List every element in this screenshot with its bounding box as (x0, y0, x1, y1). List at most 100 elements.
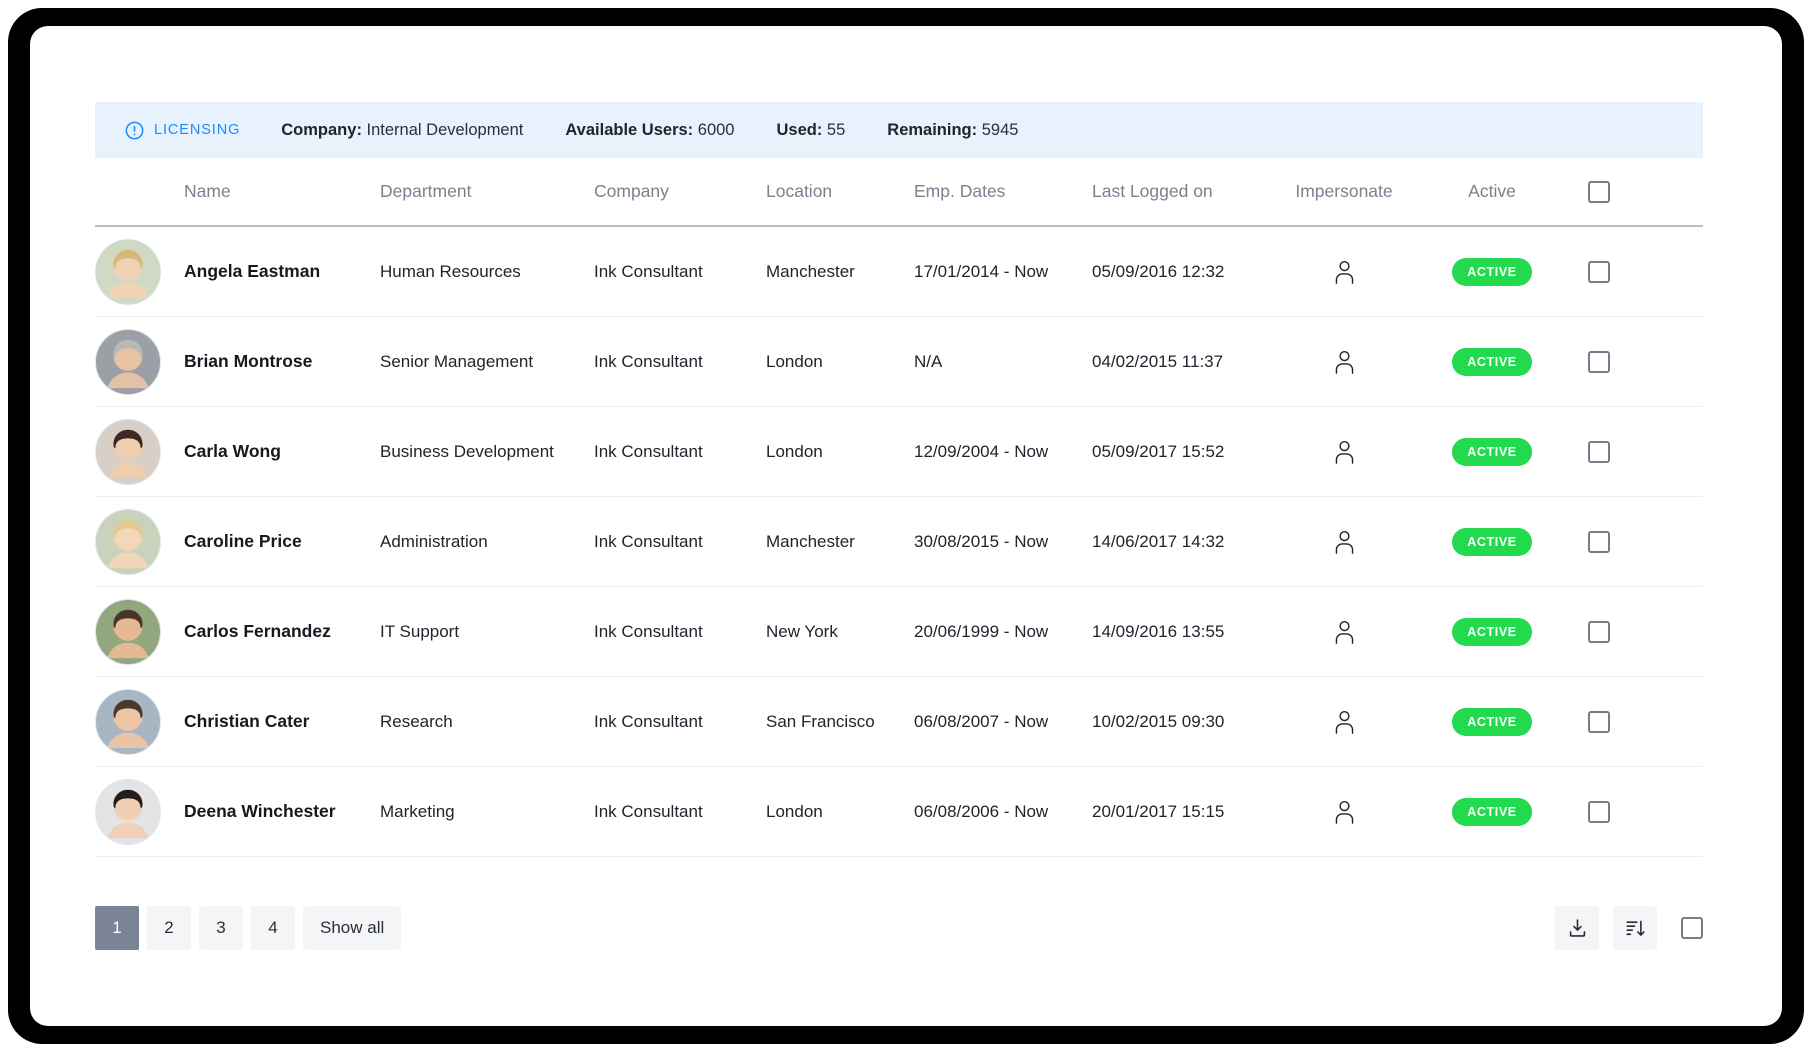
cell-name: Carla Wong (184, 441, 281, 461)
cell-department: Research (380, 711, 453, 731)
status-cell: ACTIVE (1418, 257, 1566, 286)
sort-button[interactable] (1613, 906, 1657, 950)
user-icon (1333, 259, 1356, 284)
table-header-emp-dates[interactable]: Emp. Dates (914, 181, 1092, 202)
impersonate-button[interactable] (1270, 259, 1418, 284)
row-checkbox[interactable] (1587, 260, 1610, 283)
avatar (95, 508, 161, 575)
table-header-location[interactable]: Location (766, 181, 914, 202)
cell-location: London (766, 351, 823, 371)
page-button-1[interactable]: 1 (95, 906, 139, 950)
cell-emp-dates: 06/08/2006 - Now (914, 801, 1049, 821)
download-button[interactable] (1555, 906, 1599, 950)
cell-name: Caroline Price (184, 531, 302, 551)
avatar-cell (95, 688, 184, 755)
avatar (95, 598, 161, 665)
cell-location: New York (766, 621, 838, 641)
avatar (95, 238, 161, 305)
row-select[interactable] (1566, 260, 1631, 283)
cell-emp-dates: N/A (914, 351, 943, 371)
footer-select-all-checkbox[interactable] (1681, 917, 1703, 939)
table-row[interactable]: Carlos Fernandez IT Support Ink Consultant… (95, 587, 1703, 677)
impersonate-button[interactable] (1270, 709, 1418, 734)
impersonate-button[interactable] (1270, 349, 1418, 374)
row-checkbox[interactable] (1587, 440, 1610, 463)
licensing-stat-remaining-value: 5945 (981, 120, 1019, 139)
row-select[interactable] (1566, 710, 1631, 733)
exclamation-circle-icon (125, 121, 144, 140)
cell-department: Administration (380, 531, 488, 551)
cell-location: Manchester (766, 261, 855, 281)
licensing-banner: LICENSING Company: Internal Development … (95, 102, 1703, 158)
page-button-4[interactable]: 4 (251, 906, 295, 950)
table-row[interactable]: Angela Eastman Human Resources Ink Consult… (95, 227, 1703, 317)
table-header-name[interactable]: Name (184, 181, 380, 202)
status-badge: ACTIVE (1452, 617, 1532, 646)
cell-department: Human Resources (380, 261, 521, 281)
page-button-3[interactable]: 3 (199, 906, 243, 950)
row-checkbox[interactable] (1587, 620, 1610, 643)
cell-last-logged-on: 04/02/2015 11:37 (1092, 351, 1224, 371)
footer-select-all[interactable] (1681, 917, 1703, 939)
licensing-label: LICENSING (154, 122, 241, 138)
cell-company: Ink Consultant (594, 621, 703, 641)
impersonate-button[interactable] (1270, 439, 1418, 464)
row-select[interactable] (1566, 530, 1631, 553)
table-header-company[interactable]: Company (594, 181, 766, 202)
cell-name: Brian Montrose (184, 351, 313, 371)
cell-last-logged-on: 10/02/2015 09:30 (1092, 711, 1225, 731)
table-header-department[interactable]: Department (380, 181, 594, 202)
impersonate-button[interactable] (1270, 529, 1418, 554)
row-checkbox[interactable] (1587, 350, 1610, 373)
status-badge: ACTIVE (1452, 707, 1532, 736)
table-header-select-all[interactable] (1566, 180, 1631, 203)
licensing-stat-remaining-label: Remaining: (887, 120, 978, 139)
user-icon (1333, 529, 1356, 554)
cell-name: Angela Eastman (184, 261, 321, 281)
licensing-stat-used-label: Used: (776, 120, 823, 139)
row-checkbox[interactable] (1587, 710, 1610, 733)
users-table: Name Department Company Location Emp. Da… (95, 158, 1703, 857)
cell-company: Ink Consultant (594, 441, 703, 461)
row-select[interactable] (1566, 440, 1631, 463)
avatar-cell (95, 418, 184, 485)
status-cell: ACTIVE (1418, 797, 1566, 826)
cell-last-logged-on: 20/01/2017 15:15 (1092, 801, 1225, 821)
table-header-row: Name Department Company Location Emp. Da… (95, 158, 1703, 227)
table-row[interactable]: Carla Wong Business Development Ink Consul… (95, 407, 1703, 497)
licensing-stat-used: Used: 55 (776, 121, 845, 140)
impersonate-button[interactable] (1270, 619, 1418, 644)
table-header-last-logged-on[interactable]: Last Logged on (1092, 181, 1270, 202)
cell-location: London (766, 441, 823, 461)
table-row[interactable]: Caroline Price Administration Ink Consulta… (95, 497, 1703, 587)
show-all-button[interactable]: Show all (303, 906, 402, 950)
user-icon (1333, 439, 1356, 464)
impersonate-button[interactable] (1270, 799, 1418, 824)
licensing-stat-available-label: Available Users: (565, 120, 694, 139)
status-cell: ACTIVE (1418, 527, 1566, 556)
status-cell: ACTIVE (1418, 437, 1566, 466)
avatar (95, 418, 161, 485)
select-all-checkbox[interactable] (1587, 180, 1610, 203)
avatar-cell (95, 508, 184, 575)
page-button-2[interactable]: 2 (147, 906, 191, 950)
cell-emp-dates: 30/08/2015 - Now (914, 531, 1049, 551)
cell-department: Senior Management (380, 351, 534, 371)
cell-emp-dates: 12/09/2004 - Now (914, 441, 1049, 461)
table-row[interactable]: Christian Cater Research Ink Consultant San… (95, 677, 1703, 767)
table-row[interactable]: Deena Winchester Marketing Ink Consultant L… (95, 767, 1703, 857)
licensing-stat-used-value: 55 (826, 120, 846, 139)
user-icon (1333, 709, 1356, 734)
status-badge: ACTIVE (1452, 527, 1532, 556)
row-select[interactable] (1566, 620, 1631, 643)
row-checkbox[interactable] (1587, 800, 1610, 823)
row-select[interactable] (1566, 350, 1631, 373)
licensing-stat-company-label: Company: (281, 120, 362, 139)
cell-department: IT Support (380, 621, 460, 641)
licensing-stat-available: Available Users: 6000 (565, 121, 734, 140)
licensing-stat-available-value: 6000 (697, 120, 735, 139)
row-checkbox[interactable] (1587, 530, 1610, 553)
user-icon (1333, 619, 1356, 644)
table-row[interactable]: Brian Montrose Senior Management Ink Consu… (95, 317, 1703, 407)
row-select[interactable] (1566, 800, 1631, 823)
